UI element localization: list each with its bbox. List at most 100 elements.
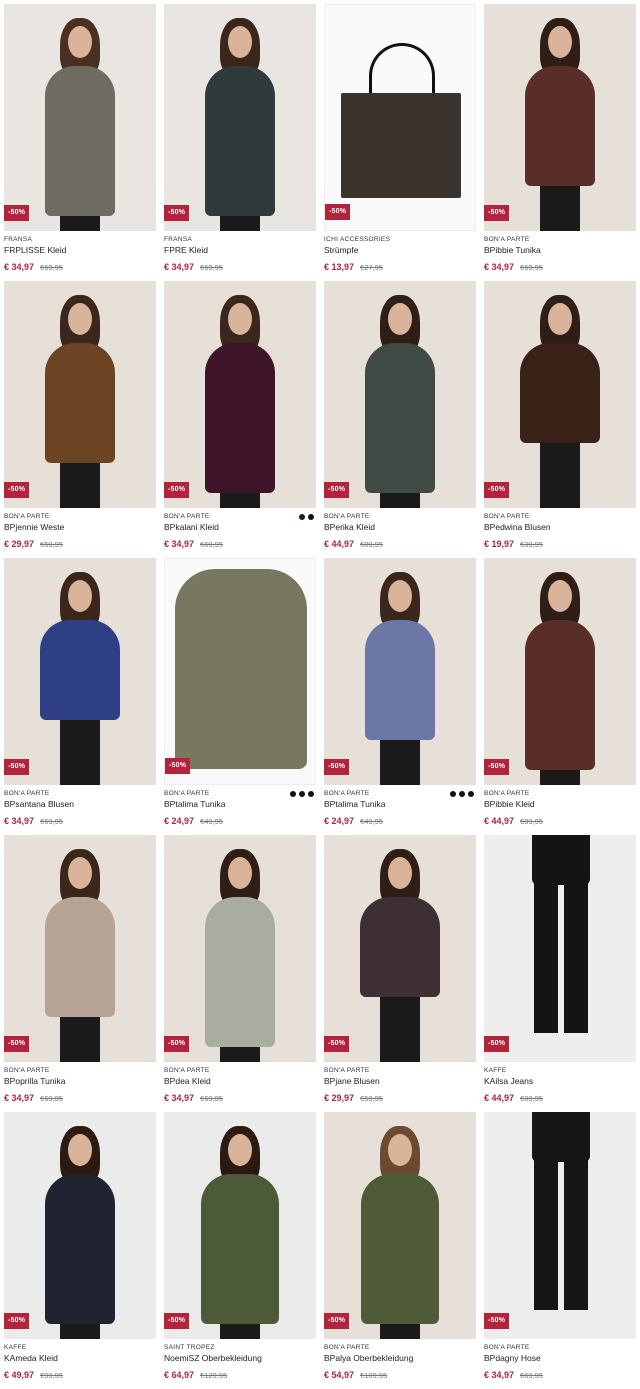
product-brand: BON'A PARTE	[484, 790, 530, 797]
original-price: €89,95	[520, 1094, 543, 1103]
product-card[interactable]: -50% KAFFE KAilsa Jeans € 44,97 €89,95	[484, 835, 636, 1112]
product-card[interactable]: -50% SAINT TROPEZ NoemiSZ Oberbekleidung…	[164, 1112, 316, 1389]
color-swatch[interactable]	[450, 791, 456, 797]
product-image[interactable]: -50%	[164, 4, 316, 231]
product-card[interactable]: -50% BON'A PARTE BPsantana Blusen € 34,9…	[4, 558, 156, 835]
garment-shape	[175, 569, 307, 769]
product-name[interactable]: FPRE Kleid	[164, 244, 316, 257]
product-image[interactable]: -50%	[324, 1112, 476, 1339]
price-row: € 19,97 €39,95	[484, 537, 636, 551]
product-photo	[4, 281, 156, 508]
product-card[interactable]: -50% BON'A PARTE BPdagny Hose € 34,97 €69…	[484, 1112, 636, 1389]
product-image[interactable]: -50%	[484, 4, 636, 231]
product-image[interactable]: -50%	[164, 558, 316, 785]
product-name[interactable]: BPjennie Weste	[4, 521, 156, 534]
product-card[interactable]: -50% BON'A PARTE BPdea Kleid € 34,97 €69,…	[164, 835, 316, 1112]
color-swatch[interactable]	[468, 791, 474, 797]
product-image[interactable]: -50%	[4, 281, 156, 508]
product-image[interactable]: -50%	[324, 4, 476, 231]
product-photo	[324, 558, 476, 785]
product-photo	[484, 4, 636, 231]
product-card[interactable]: -50% BON'A PARTE BPibbie Kleid € 44,97 €8…	[484, 558, 636, 835]
product-card[interactable]: -50% BON'A PARTE BPtalima Tunika € 24,97…	[164, 558, 316, 835]
product-name[interactable]: BPedwina Blusen	[484, 521, 636, 534]
product-card[interactable]: -50% BON'A PARTE BPtalima Tunika € 24,97…	[324, 558, 476, 835]
product-card[interactable]: -50% BON'A PARTE BPkalani Kleid € 34,97 €…	[164, 281, 316, 558]
left-leg	[534, 883, 558, 1033]
product-photo	[484, 558, 636, 785]
product-name[interactable]: BPdea Kleid	[164, 1075, 316, 1088]
discount-badge: -50%	[4, 1313, 30, 1329]
product-image[interactable]: -50%	[484, 835, 636, 1062]
product-name[interactable]: BPerika Kleid	[324, 521, 476, 534]
product-card[interactable]: -50% BON'A PARTE BPalya Oberbekleidung €…	[324, 1112, 476, 1389]
product-card[interactable]: -50% FRANSA FPRE Kleid € 34,97 €69,95	[164, 4, 316, 281]
product-card[interactable]: -50% BON'A PARTE BPoprilla Tunika € 34,9…	[4, 835, 156, 1112]
price-row: € 34,97 €69,95	[484, 1368, 636, 1382]
product-name[interactable]: BPtalima Tunika	[324, 798, 476, 811]
original-price: €69,95	[200, 540, 223, 549]
color-swatch[interactable]	[308, 514, 314, 520]
product-image[interactable]: -50%	[324, 558, 476, 785]
product-card[interactable]: -50% BON'A PARTE BPerika Kleid € 44,97 €8…	[324, 281, 476, 558]
product-card[interactable]: -50% FRANSA FRPLISSE Kleid € 34,97 €69,95	[4, 4, 156, 281]
product-name[interactable]: BPdagny Hose	[484, 1352, 636, 1365]
right-leg	[564, 1160, 588, 1310]
left-leg	[534, 1160, 558, 1310]
product-name[interactable]: BPibbie Tunika	[484, 244, 636, 257]
price-row: € 29,97 €59,95	[324, 1091, 476, 1105]
color-swatch[interactable]	[308, 791, 314, 797]
product-card[interactable]: -50% BON'A PARTE BPjennie Weste € 29,97 €…	[4, 281, 156, 558]
price-row: € 49,97 €99,95	[4, 1368, 156, 1382]
product-brand: BON'A PARTE	[4, 1067, 50, 1074]
product-name[interactable]: BPalya Oberbekleidung	[324, 1352, 476, 1365]
product-name[interactable]: FRPLISSE Kleid	[4, 244, 156, 257]
face-shape	[68, 1134, 92, 1166]
product-name[interactable]: BPkalani Kleid	[164, 521, 316, 534]
product-image[interactable]: -50%	[4, 558, 156, 785]
product-image[interactable]: -50%	[484, 1112, 636, 1339]
garment-shape	[360, 897, 440, 997]
product-name[interactable]: NoemiSZ Oberbekleidung	[164, 1352, 316, 1365]
legs-shape	[380, 1324, 420, 1339]
product-name[interactable]: BPibbie Kleid	[484, 798, 636, 811]
product-name[interactable]: KAilsa Jeans	[484, 1075, 636, 1088]
product-card[interactable]: -50% ICHI ACCESSORIES Strümpfe € 13,97 €2…	[324, 4, 476, 281]
product-image[interactable]: -50%	[324, 281, 476, 508]
legs-shape	[60, 463, 100, 508]
product-brand: BON'A PARTE	[164, 1067, 210, 1074]
color-swatch[interactable]	[290, 791, 296, 797]
product-image[interactable]: -50%	[484, 281, 636, 508]
product-name[interactable]: KAmeda Kleid	[4, 1352, 156, 1365]
product-card[interactable]: -50% BON'A PARTE BPedwina Blusen € 19,97…	[484, 281, 636, 558]
product-card[interactable]: -50% BON'A PARTE BPibbie Tunika € 34,97 €…	[484, 4, 636, 281]
product-card[interactable]: -50% KAFFE KAmeda Kleid € 49,97 €99,95	[4, 1112, 156, 1389]
discount-badge: -50%	[484, 482, 510, 498]
sale-price: € 34,97	[164, 539, 195, 549]
product-name[interactable]: BPjane Blusen	[324, 1075, 476, 1088]
product-image[interactable]: -50%	[164, 1112, 316, 1339]
color-swatches	[299, 514, 314, 520]
product-image[interactable]: -50%	[324, 835, 476, 1062]
product-name[interactable]: BPoprilla Tunika	[4, 1075, 156, 1088]
product-image[interactable]: -50%	[484, 558, 636, 785]
color-swatch[interactable]	[299, 791, 305, 797]
product-name[interactable]: Strümpfe	[324, 244, 476, 257]
product-image[interactable]: -50%	[4, 1112, 156, 1339]
product-image[interactable]: -50%	[4, 835, 156, 1062]
discount-badge: -50%	[4, 759, 30, 775]
color-swatch[interactable]	[459, 791, 465, 797]
original-price: €69,95	[520, 263, 543, 272]
original-price: €89,95	[360, 540, 383, 549]
product-image[interactable]: -50%	[164, 281, 316, 508]
product-image[interactable]: -50%	[164, 835, 316, 1062]
product-image[interactable]: -50%	[4, 4, 156, 231]
garment-shape	[365, 620, 435, 740]
product-name[interactable]: BPsantana Blusen	[4, 798, 156, 811]
discount-badge: -50%	[324, 759, 350, 775]
product-card[interactable]: -50% BON'A PARTE BPjane Blusen € 29,97 €5…	[324, 835, 476, 1112]
legs-shape	[540, 186, 580, 231]
product-name[interactable]: BPtalima Tunika	[164, 798, 316, 811]
color-swatch[interactable]	[299, 514, 305, 520]
product-brand: BON'A PARTE	[4, 513, 50, 520]
